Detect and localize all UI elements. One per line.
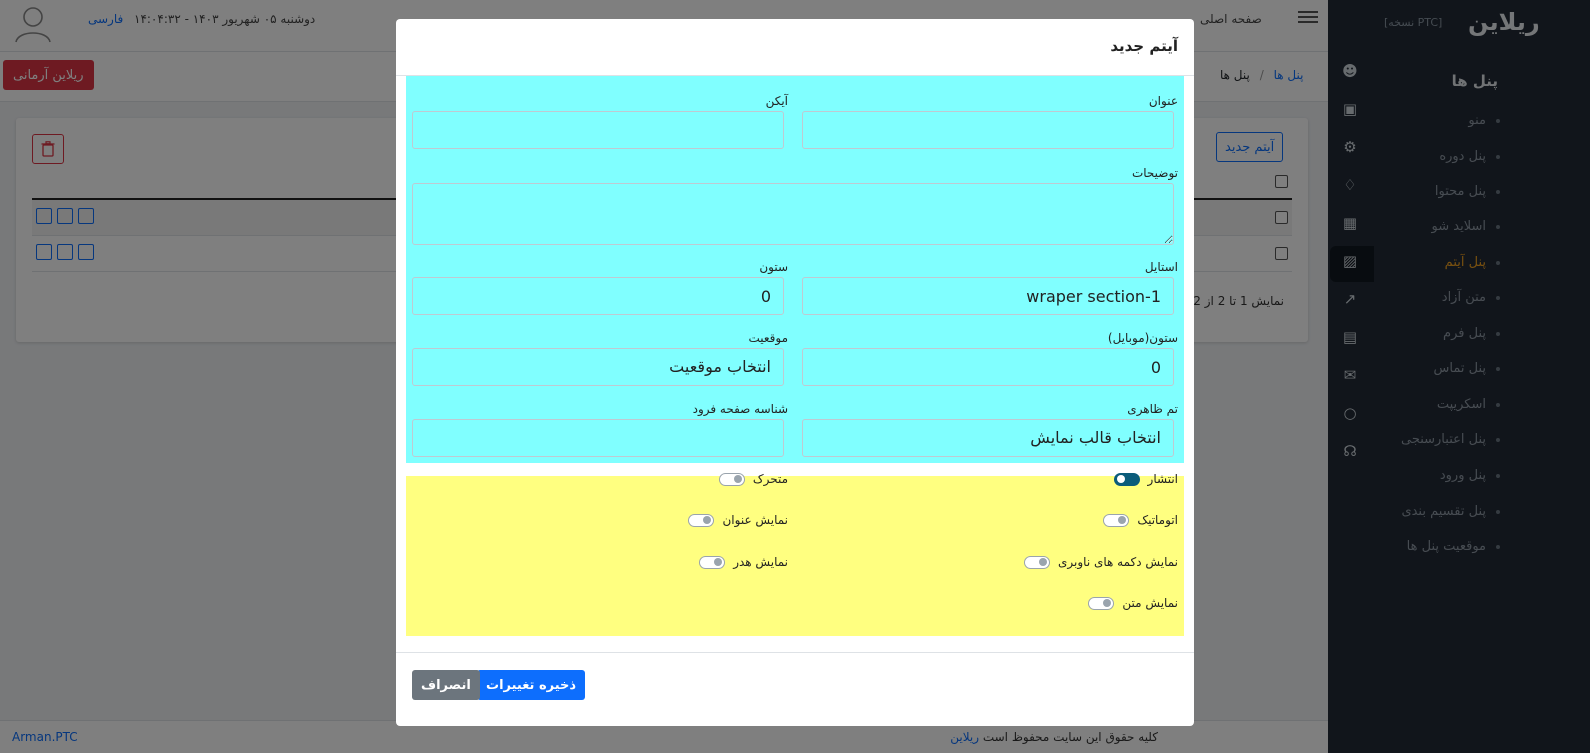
theme-select[interactable]: انتخاب قالب نمایش <box>802 419 1174 457</box>
show-text-toggle-row[interactable]: نمایش متن <box>1088 596 1178 610</box>
new-item-modal: آیتم جدید عنوان آیکن توضیحات استایل ستون… <box>396 19 1194 726</box>
automatic-label: اتوماتیک <box>1137 513 1178 527</box>
publish-label: انتشار <box>1147 472 1178 486</box>
show-header-toggle-row[interactable]: نمایش هدر <box>699 555 788 569</box>
mobile-column-label: ستون(موبایل) <box>1107 331 1178 345</box>
publish-switch[interactable] <box>1113 472 1140 486</box>
publish-toggle-row[interactable]: انتشار <box>1113 472 1178 486</box>
landing-id-input[interactable] <box>412 419 784 457</box>
automatic-toggle-row[interactable]: اتوماتیک <box>1103 513 1178 527</box>
modal-title: آیتم جدید <box>1110 37 1178 55</box>
icon-label: آیکن <box>765 94 788 108</box>
show-title-toggle-row[interactable]: نمایش عنوان <box>688 513 788 527</box>
mobile-column-input[interactable] <box>802 348 1174 386</box>
style-label: استایل <box>1144 260 1178 274</box>
moving-toggle-row[interactable]: متحرک <box>718 472 788 486</box>
title-input[interactable] <box>802 111 1174 149</box>
position-select[interactable]: انتخاب موقعیت <box>412 348 784 386</box>
column-label: ستون <box>759 260 788 274</box>
position-label: موقعیت <box>748 331 788 345</box>
title-label: عنوان <box>1148 94 1178 108</box>
description-textarea[interactable] <box>412 183 1174 245</box>
nav-buttons-label: نمایش دکمه های ناوبری <box>1058 555 1178 569</box>
automatic-switch[interactable] <box>1103 513 1130 527</box>
description-label: توضیحات <box>1131 166 1178 180</box>
show-text-switch[interactable] <box>1088 596 1115 610</box>
style-input[interactable] <box>802 277 1174 315</box>
moving-label: متحرک <box>752 472 788 486</box>
modal-header: آیتم جدید <box>396 19 1194 76</box>
moving-switch[interactable] <box>718 472 745 486</box>
icon-input[interactable] <box>412 111 784 149</box>
nav-buttons-toggle-row[interactable]: نمایش دکمه های ناوبری <box>1024 555 1178 569</box>
show-title-label: نمایش عنوان <box>722 513 788 527</box>
modal-footer: ذخیره تغییرات انصراف <box>396 652 1194 726</box>
landing-id-label: شناسه صفحه فرود <box>692 402 788 416</box>
theme-label: تم ظاهری <box>1127 402 1178 416</box>
nav-buttons-switch[interactable] <box>1024 555 1051 569</box>
show-header-label: نمایش هدر <box>733 555 788 569</box>
column-input[interactable] <box>412 277 784 315</box>
cancel-button[interactable]: انصراف <box>412 670 480 700</box>
show-title-switch[interactable] <box>688 513 715 527</box>
show-text-label: نمایش متن <box>1122 596 1178 610</box>
show-header-switch[interactable] <box>699 555 726 569</box>
save-changes-button[interactable]: ذخیره تغییرات <box>477 670 586 700</box>
